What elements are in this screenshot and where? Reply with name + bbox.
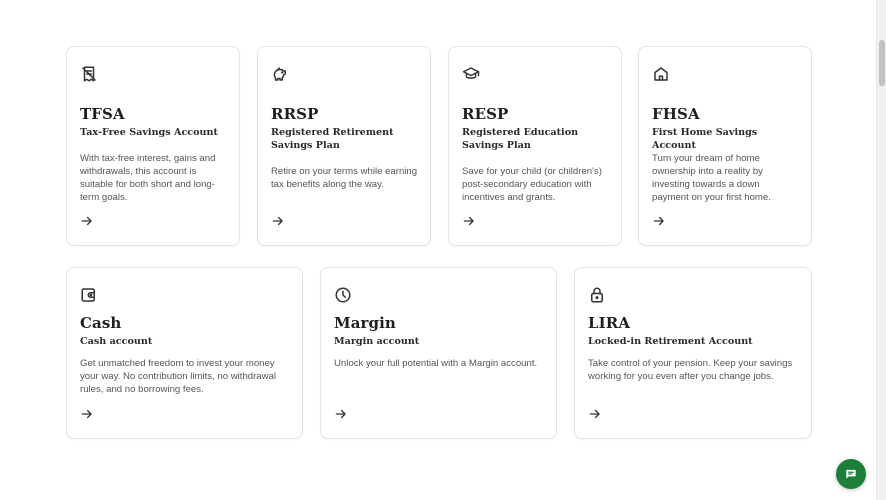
account-card-lira[interactable]: LIRA Locked-in Retirement Account Take c… [574, 267, 812, 439]
page-viewport: TFSA Tax-Free Savings Account With tax-f… [0, 0, 876, 500]
account-card-cash[interactable]: Cash Cash account Get unmatched freedom … [66, 267, 303, 439]
card-subtitle: Tax-Free Savings Account [80, 127, 218, 138]
card-title: FHSA [652, 105, 700, 123]
card-description: Take control of your pension. Keep your … [588, 358, 793, 382]
arrow-right-icon[interactable] [588, 407, 602, 421]
card-subtitle: Cash account [80, 336, 153, 347]
scrollbar-thumb[interactable] [879, 40, 885, 86]
page-scrollbar[interactable] [876, 0, 886, 500]
account-card-tfsa[interactable]: TFSA Tax-Free Savings Account With tax-f… [66, 46, 240, 246]
account-card-margin[interactable]: Margin Margin account Unlock your full p… [320, 267, 557, 439]
graduation-cap-icon [462, 65, 480, 83]
card-description: Retire on your terms while earning tax b… [271, 166, 418, 190]
card-description: With tax-free interest, gains and withdr… [80, 153, 216, 203]
arrow-right-icon[interactable] [80, 407, 94, 421]
clock-icon [334, 286, 352, 304]
piggy-bank-icon [271, 65, 289, 83]
arrow-right-icon[interactable] [652, 214, 666, 228]
card-title: TFSA [80, 105, 125, 123]
lock-icon [588, 286, 606, 304]
arrow-right-icon[interactable] [271, 214, 285, 228]
wallet-icon [80, 286, 98, 304]
card-title: RESP [462, 105, 509, 123]
card-title: Cash [80, 314, 122, 332]
arrow-right-icon[interactable] [334, 407, 348, 421]
arrow-right-icon[interactable] [462, 214, 476, 228]
card-description: Unlock your full potential with a Margin… [334, 358, 538, 369]
arrow-right-icon[interactable] [80, 214, 94, 228]
card-subtitle: Locked-in Retirement Account [588, 336, 753, 347]
card-subtitle: Registered Retirement Savings Plan [271, 127, 394, 151]
chat-button[interactable] [836, 459, 866, 489]
card-subtitle: First Home Savings Account [652, 127, 758, 151]
card-subtitle: Registered Education Savings Plan [462, 127, 579, 151]
account-card-rrsp[interactable]: RRSP Registered Retirement Savings Plan … [257, 46, 431, 246]
card-description: Get unmatched freedom to invest your mon… [80, 358, 277, 395]
account-card-fhsa[interactable]: FHSA First Home Savings Account Turn you… [638, 46, 812, 246]
card-title: RRSP [271, 105, 319, 123]
card-description: Save for your child (or children's) post… [462, 166, 602, 203]
card-title: LIRA [588, 314, 631, 332]
home-icon [652, 65, 670, 83]
card-title: Margin [334, 314, 396, 332]
card-subtitle: Margin account [334, 336, 420, 347]
no-tax-receipt-icon [80, 65, 98, 83]
chat-bubble-icon [844, 467, 858, 481]
account-card-resp[interactable]: RESP Registered Education Savings Plan S… [448, 46, 622, 246]
card-description: Turn your dream of home ownership into a… [652, 153, 771, 203]
